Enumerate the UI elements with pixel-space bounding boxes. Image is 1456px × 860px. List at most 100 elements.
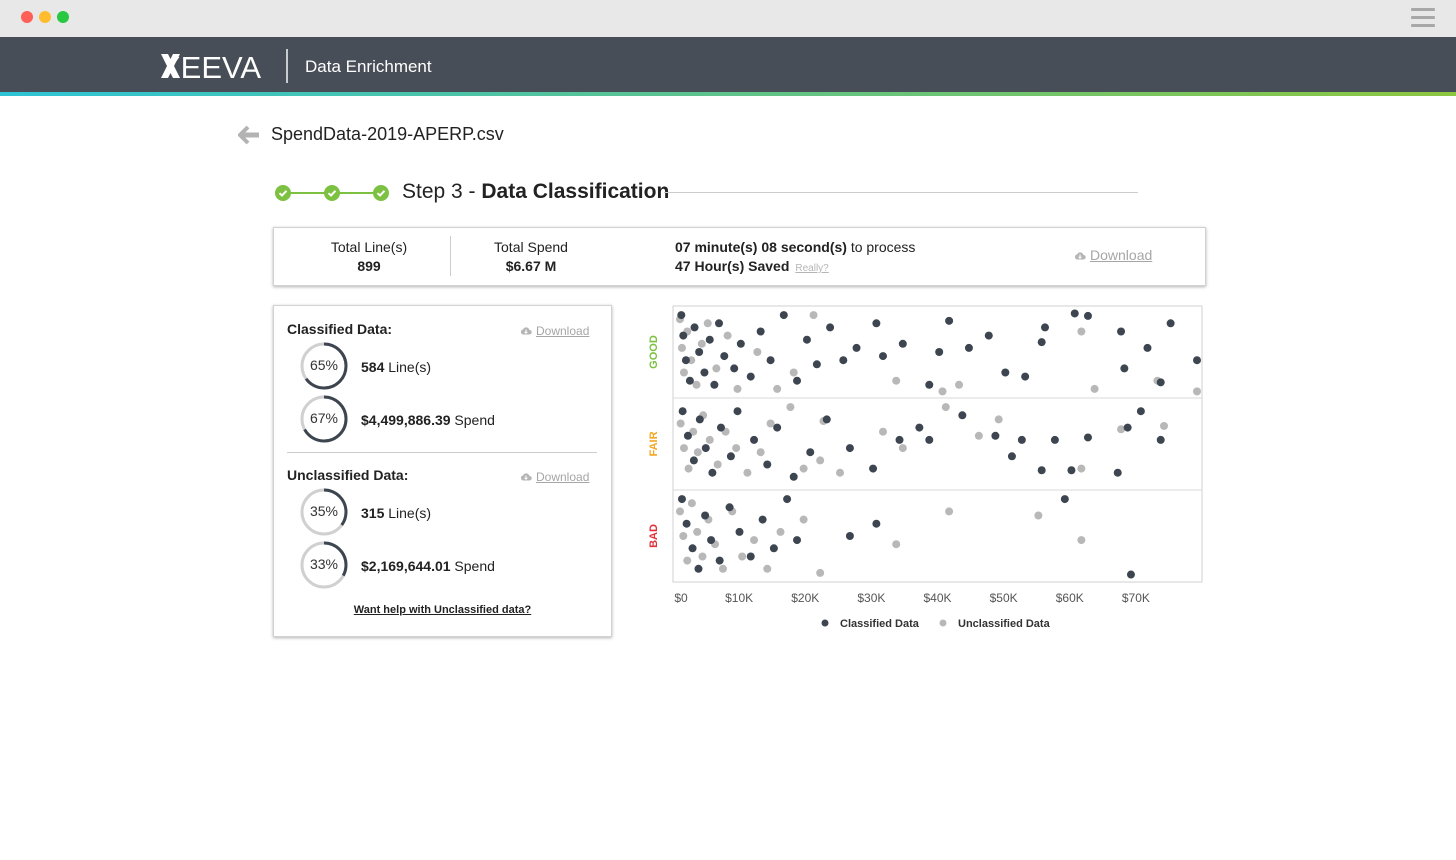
unclassified-heading: Unclassified Data: [287, 467, 409, 483]
classified-point [1050, 435, 1059, 444]
classified-point [720, 352, 729, 361]
x-tick-label: $50K [990, 591, 1018, 605]
classified-point [726, 452, 735, 461]
classified-spend-ring: 67% [300, 395, 348, 443]
classified-point [925, 380, 934, 389]
back-arrow-icon[interactable] [237, 125, 260, 145]
classified-point [793, 376, 802, 385]
classified-point [773, 423, 782, 432]
classified-point [694, 564, 703, 573]
unclassified-spend-ring: 33% [300, 541, 348, 589]
unclassified-download-button[interactable]: Download [520, 468, 589, 486]
step-title: Step 3 - Data Classification [402, 180, 669, 204]
really-link[interactable]: Really? [795, 263, 828, 274]
classified-point [689, 456, 698, 465]
classified-point [1113, 468, 1122, 477]
unclassified-point [898, 444, 907, 453]
classified-point [685, 376, 694, 385]
classified-point [935, 348, 944, 356]
unclassified-point [763, 564, 772, 573]
classified-point [1060, 495, 1069, 504]
header-accent-stripe [0, 92, 1456, 96]
unclassified-lines-value: 315 [361, 505, 385, 521]
classified-point [733, 407, 742, 416]
unclassified-point [703, 319, 712, 328]
classified-download-button[interactable]: Download [520, 322, 589, 340]
unclassified-point [1193, 387, 1201, 396]
hamburger-menu-icon[interactable] [1411, 8, 1435, 28]
unclassified-point [938, 387, 947, 396]
unclassified-point [718, 564, 727, 573]
classified-point [964, 343, 973, 352]
classified-point [945, 316, 954, 325]
total-lines-stat: Total Line(s) 899 [314, 238, 424, 276]
unclassified-point [698, 552, 707, 561]
window-close-button[interactable] [21, 11, 33, 23]
unclassified-point [683, 556, 692, 565]
unclassified-point [756, 448, 765, 457]
process-time: 07 minute(s) 08 second(s) [675, 239, 847, 255]
classified-point [746, 552, 755, 561]
window-minimize-button[interactable] [39, 11, 51, 23]
classified-point [802, 335, 811, 344]
unclassified-point [723, 331, 732, 340]
unclassified-lines-ring: 35% [300, 488, 348, 536]
classified-point [679, 331, 688, 340]
unclassified-point [753, 348, 762, 356]
classified-point [872, 519, 881, 528]
classified-point [1120, 364, 1129, 373]
classified-point [878, 352, 887, 361]
unclassified-point [773, 384, 782, 393]
classified-point [991, 431, 1000, 440]
unclassified-spend-percent: 33% [309, 556, 339, 572]
classified-point [710, 380, 719, 389]
unclassified-point [799, 464, 808, 473]
classified-point [779, 311, 788, 320]
unclassified-point [675, 507, 684, 516]
summary-download-label[interactable]: Download [1090, 247, 1152, 263]
classified-download-label[interactable]: Download [536, 324, 589, 338]
total-lines-value: 899 [357, 258, 381, 274]
classified-point [688, 544, 697, 553]
unclassified-point [1077, 327, 1086, 336]
file-name: SpendData-2019-APERP.csv [271, 124, 504, 144]
classified-spend-percent: 67% [309, 410, 339, 426]
classified-spend-value: $4,499,886.39 [361, 412, 451, 428]
classified-point [783, 495, 792, 504]
classified-point [1156, 378, 1165, 387]
classified-point [763, 460, 772, 469]
classified-point [1083, 433, 1092, 442]
unclassified-point [684, 464, 693, 473]
classified-point [822, 415, 831, 424]
unclassified-download-label[interactable]: Download [536, 470, 589, 484]
classified-point [716, 423, 725, 432]
unclassified-point [809, 311, 818, 320]
app-title: Data Enrichment [305, 57, 432, 76]
summary-divider [450, 236, 451, 276]
classified-point [682, 519, 691, 528]
unclassified-point [786, 403, 795, 412]
total-spend-label: Total Spend [494, 239, 568, 255]
unclassified-lines-percent: 35% [309, 503, 339, 519]
classified-point [1070, 309, 1079, 318]
classified-point [793, 536, 802, 545]
window-zoom-button[interactable] [57, 11, 69, 23]
classified-point [683, 431, 692, 440]
unclassified-point [799, 515, 808, 524]
x-tick-label: $40K [923, 591, 951, 605]
classified-point [1166, 319, 1175, 328]
classified-lines-ring: 65% [300, 342, 348, 390]
xeeva-logo[interactable]: XEEVA [160, 50, 268, 85]
unclassified-point [974, 431, 983, 440]
unclassified-point [1077, 536, 1086, 545]
unclassified-point [750, 536, 759, 545]
card-divider [287, 452, 597, 453]
unclassified-point [693, 448, 702, 457]
classified-point [1136, 407, 1145, 416]
unclassified-help-link[interactable]: Want help with Unclassified data? [274, 604, 611, 616]
summary-download-button[interactable]: Download [1074, 247, 1152, 265]
unclassified-point [941, 403, 950, 412]
unclassified-point [892, 540, 901, 549]
classified-point [839, 356, 848, 365]
classified-point [826, 323, 835, 332]
